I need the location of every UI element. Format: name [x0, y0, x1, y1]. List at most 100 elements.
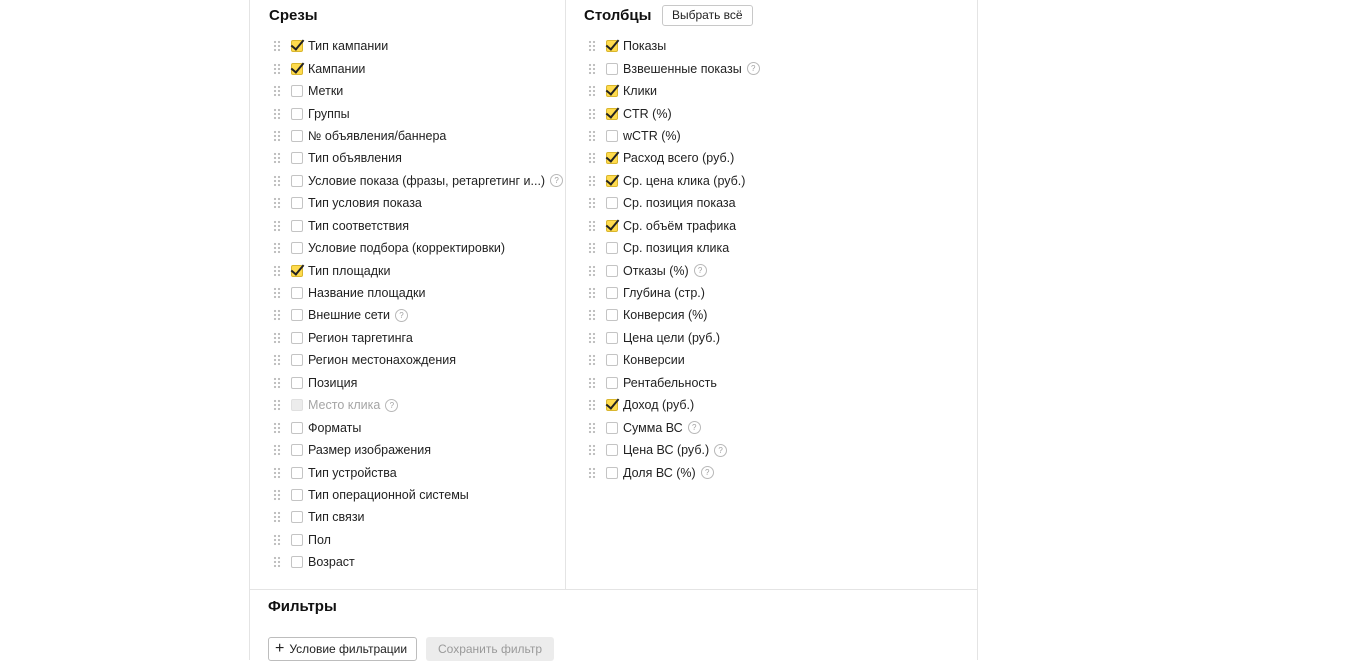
drag-handle-icon[interactable]	[273, 556, 281, 569]
drag-handle-icon[interactable]	[273, 152, 281, 165]
help-icon[interactable]: ?	[395, 308, 409, 322]
drag-handle-icon[interactable]	[273, 219, 281, 232]
list-item[interactable]: Форматы	[273, 416, 563, 438]
list-item[interactable]: Тип площадки	[273, 259, 563, 281]
help-icon[interactable]: ?	[693, 264, 707, 278]
checkbox[interactable]	[291, 421, 303, 434]
list-item[interactable]: Цена цели (руб.)	[588, 327, 760, 349]
help-icon[interactable]: ?	[385, 398, 399, 412]
list-item[interactable]: Регион местонахождения	[273, 349, 563, 371]
checkbox[interactable]	[606, 242, 618, 255]
help-icon[interactable]: ?	[700, 466, 714, 480]
list-item[interactable]: wCTR (%)	[588, 125, 760, 147]
checkbox[interactable]	[291, 444, 303, 457]
list-item[interactable]: № объявления/баннера	[273, 125, 563, 147]
drag-handle-icon[interactable]	[588, 62, 596, 75]
list-item[interactable]: Тип операционной системы	[273, 484, 563, 506]
list-item[interactable]: Рентабельность	[588, 372, 760, 394]
select-all-button[interactable]: Выбрать всё	[662, 5, 753, 26]
drag-handle-icon[interactable]	[273, 264, 281, 277]
list-item[interactable]: Кампании	[273, 57, 563, 79]
drag-handle-icon[interactable]	[588, 354, 596, 367]
checkbox[interactable]	[291, 533, 303, 546]
drag-handle-icon[interactable]	[588, 287, 596, 300]
checkbox[interactable]	[291, 511, 303, 524]
checkbox[interactable]	[291, 197, 303, 210]
checkbox[interactable]	[606, 421, 618, 434]
drag-handle-icon[interactable]	[273, 107, 281, 120]
help-icon[interactable]: ?	[714, 443, 728, 457]
checkbox[interactable]	[606, 376, 618, 389]
checkbox[interactable]	[291, 264, 303, 277]
drag-handle-icon[interactable]	[588, 152, 596, 165]
drag-handle-icon[interactable]	[273, 129, 281, 142]
list-item[interactable]: Возраст	[273, 551, 563, 573]
checkbox[interactable]	[606, 62, 618, 75]
checkbox[interactable]	[606, 331, 618, 344]
list-item[interactable]: Позиция	[273, 372, 563, 394]
list-item[interactable]: Размер изображения	[273, 439, 563, 461]
drag-handle-icon[interactable]	[588, 174, 596, 187]
checkbox[interactable]	[606, 40, 618, 53]
list-item[interactable]: CTR (%)	[588, 102, 760, 124]
checkbox[interactable]	[291, 129, 303, 142]
list-item[interactable]: Условие подбора (корректировки)	[273, 237, 563, 259]
checkbox[interactable]	[291, 242, 303, 255]
drag-handle-icon[interactable]	[588, 264, 596, 277]
list-item[interactable]: Тип устройства	[273, 461, 563, 483]
checkbox[interactable]	[606, 264, 618, 277]
checkbox[interactable]	[291, 107, 303, 120]
list-item[interactable]: Сумма ВС?	[588, 416, 760, 438]
checkbox[interactable]	[291, 174, 303, 187]
drag-handle-icon[interactable]	[588, 242, 596, 255]
checkbox[interactable]	[291, 488, 303, 501]
drag-handle-icon[interactable]	[273, 399, 281, 412]
drag-handle-icon[interactable]	[273, 511, 281, 524]
drag-handle-icon[interactable]	[273, 197, 281, 210]
drag-handle-icon[interactable]	[273, 444, 281, 457]
list-item[interactable]: Регион таргетинга	[273, 327, 563, 349]
checkbox[interactable]	[606, 399, 618, 412]
list-item[interactable]: Доля ВС (%)?	[588, 461, 760, 483]
list-item[interactable]: Тип связи	[273, 506, 563, 528]
checkbox[interactable]	[291, 309, 303, 322]
drag-handle-icon[interactable]	[273, 533, 281, 546]
list-item[interactable]: Условие показа (фразы, ретаргетинг и...)…	[273, 170, 564, 192]
checkbox[interactable]	[291, 466, 303, 479]
drag-handle-icon[interactable]	[588, 85, 596, 98]
checkbox[interactable]	[291, 152, 303, 165]
drag-handle-icon[interactable]	[273, 287, 281, 300]
checkbox[interactable]	[291, 556, 303, 569]
checkbox[interactable]	[606, 287, 618, 300]
checkbox[interactable]	[291, 85, 303, 98]
drag-handle-icon[interactable]	[273, 309, 281, 322]
checkbox[interactable]	[606, 354, 618, 367]
drag-handle-icon[interactable]	[273, 376, 281, 389]
list-item[interactable]: Внешние сети?	[273, 304, 563, 326]
drag-handle-icon[interactable]	[273, 466, 281, 479]
list-item[interactable]: Метки	[273, 80, 563, 102]
list-item[interactable]: Показы	[588, 35, 760, 57]
drag-handle-icon[interactable]	[588, 40, 596, 53]
checkbox[interactable]	[606, 309, 618, 322]
list-item[interactable]: Отказы (%)?	[588, 259, 760, 281]
list-item[interactable]: Взвешенные показы?	[588, 57, 760, 79]
list-item[interactable]: Конверсии	[588, 349, 760, 371]
checkbox[interactable]	[291, 331, 303, 344]
drag-handle-icon[interactable]	[273, 62, 281, 75]
checkbox[interactable]	[606, 129, 618, 142]
drag-handle-icon[interactable]	[588, 466, 596, 479]
checkbox[interactable]	[291, 40, 303, 53]
checkbox[interactable]	[606, 174, 618, 187]
checkbox[interactable]	[606, 219, 618, 232]
checkbox[interactable]	[291, 287, 303, 300]
drag-handle-icon[interactable]	[588, 309, 596, 322]
help-icon[interactable]: ?	[550, 174, 564, 188]
drag-handle-icon[interactable]	[273, 421, 281, 434]
checkbox[interactable]	[606, 197, 618, 210]
list-item[interactable]: Глубина (стр.)	[588, 282, 760, 304]
drag-handle-icon[interactable]	[588, 129, 596, 142]
list-item[interactable]: Ср. позиция показа	[588, 192, 760, 214]
drag-handle-icon[interactable]	[273, 40, 281, 53]
list-item[interactable]: Клики	[588, 80, 760, 102]
